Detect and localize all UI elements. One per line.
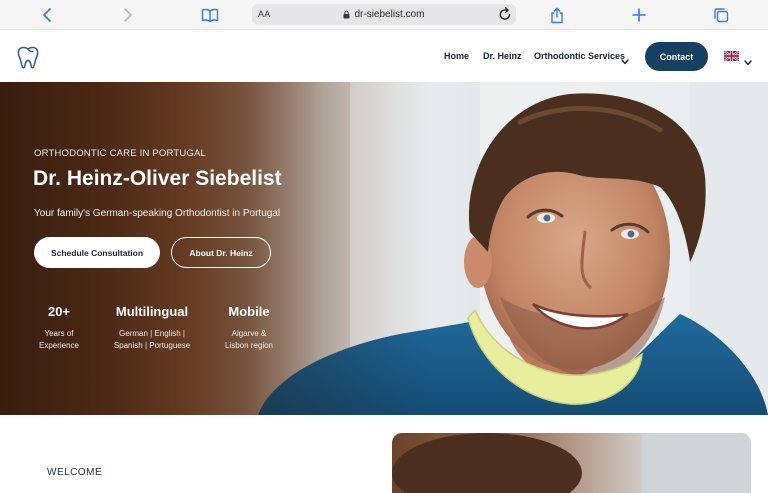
chevron-down-icon[interactable] bbox=[621, 52, 629, 70]
hero-subtitle: Your family's German-speaking Orthodonti… bbox=[34, 208, 281, 219]
browser-toolbar: AA dr-siebelist.com bbox=[0, 0, 768, 30]
address-bar[interactable]: AA dr-siebelist.com bbox=[252, 4, 516, 25]
hero-title: Dr. Heinz-Oliver Siebelist bbox=[33, 167, 282, 190]
stat-value: Mobile bbox=[228, 304, 270, 319]
nav-home[interactable]: Home bbox=[444, 51, 469, 61]
stat-line: Spanish | Portuguese bbox=[113, 341, 191, 350]
new-tab-icon[interactable] bbox=[629, 5, 649, 25]
about-dr-heinz-button[interactable]: About Dr. Heinz bbox=[171, 237, 271, 268]
stat-line: Algarve & bbox=[231, 329, 267, 338]
language-chevron-icon[interactable] bbox=[744, 53, 752, 71]
stat-line: Years of bbox=[44, 329, 74, 338]
lock-icon bbox=[343, 10, 350, 19]
stat-experience: 20+ Years of Experience bbox=[29, 304, 89, 352]
contact-button[interactable]: Contact bbox=[645, 42, 708, 71]
tabs-icon[interactable] bbox=[711, 5, 731, 25]
stat-mobile: Mobile Algarve & Lisbon region bbox=[215, 304, 283, 352]
hero-kicker: ORTHODONTIC CARE IN PORTUGAL bbox=[34, 148, 207, 159]
stat-line: German | English | bbox=[119, 329, 185, 338]
welcome-section: WELCOME bbox=[0, 415, 768, 493]
url-text: dr-siebelist.com bbox=[354, 9, 425, 20]
hero-section: ORTHODONTIC CARE IN PORTUGAL Dr. Heinz-O… bbox=[0, 82, 768, 415]
reload-icon[interactable] bbox=[498, 6, 512, 27]
stat-value: Multilingual bbox=[115, 304, 189, 319]
doctor-preview-image bbox=[392, 433, 751, 493]
welcome-heading: WELCOME bbox=[47, 467, 103, 478]
uk-flag-icon[interactable] bbox=[724, 51, 739, 61]
schedule-consultation-button[interactable]: Schedule Consultation bbox=[34, 237, 160, 268]
bookmarks-icon[interactable] bbox=[200, 5, 220, 25]
nav-dr-heinz[interactable]: Dr. Heinz bbox=[483, 51, 522, 61]
stat-value: 20+ bbox=[47, 304, 71, 319]
share-icon[interactable] bbox=[547, 5, 567, 25]
nav-orthodontic-services[interactable]: Orthodontic Services bbox=[534, 51, 625, 61]
forward-icon[interactable] bbox=[118, 5, 138, 25]
stat-line: Experience bbox=[38, 341, 80, 350]
site-header: Home Dr. Heinz Orthodontic Services Cont… bbox=[0, 30, 768, 82]
tooth-logo-icon[interactable] bbox=[15, 44, 41, 70]
stat-line: Lisbon region bbox=[224, 341, 274, 350]
stat-languages: Multilingual German | English | Spanish … bbox=[106, 304, 198, 352]
back-icon[interactable] bbox=[37, 5, 57, 25]
